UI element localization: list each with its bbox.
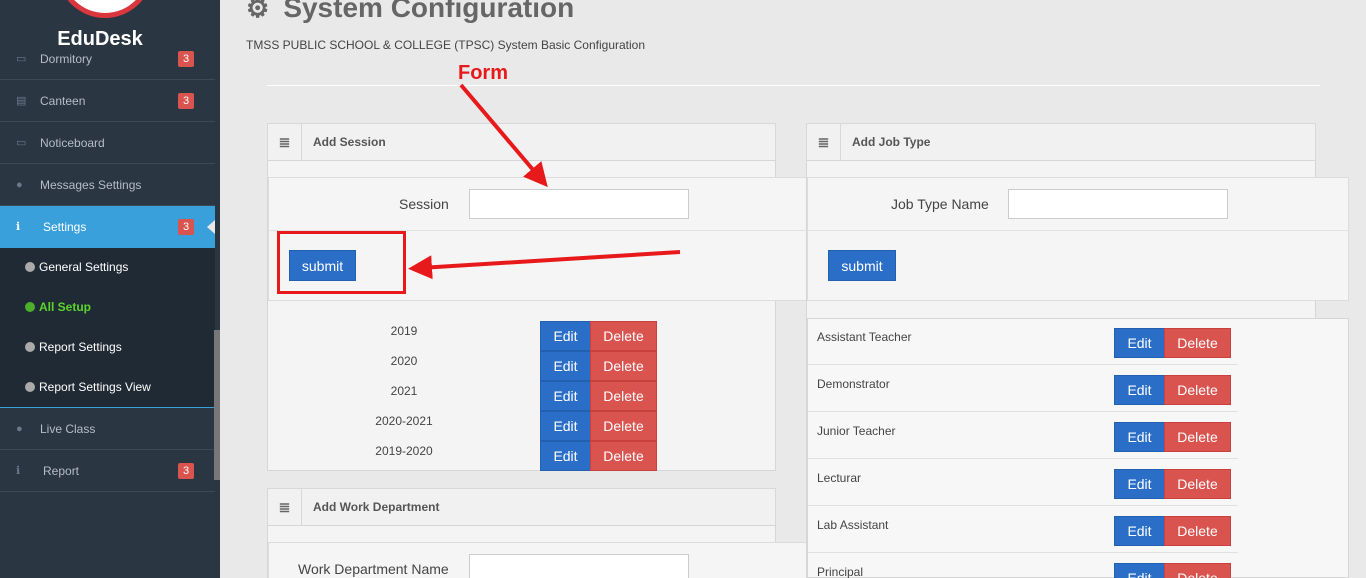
settings-submenu: General Settings All Setup Report Settin… [0, 248, 215, 408]
job-type-name: Junior Teacher [817, 424, 896, 438]
add-session-header: ≣ Add Session [267, 123, 776, 161]
edit-button[interactable]: Edit [1114, 469, 1165, 499]
sidebar-item-label: Settings [43, 220, 87, 234]
job-type-name: Lab Assistant [817, 518, 889, 532]
job-type-input[interactable] [1008, 189, 1228, 219]
work-department-input[interactable] [469, 554, 689, 578]
info-icon: ℹ [16, 221, 21, 233]
submenu-item-label: All Setup [39, 300, 92, 314]
submenu-item-label: General Settings [39, 260, 129, 274]
job-type-label: Job Type Name [891, 196, 989, 212]
edit-button[interactable]: Edit [540, 321, 591, 351]
form-annotation-label: Form [458, 62, 508, 84]
delete-button[interactable]: Delete [1164, 328, 1231, 358]
sidebar-item-label: Messages Settings [40, 177, 142, 192]
edit-button[interactable]: Edit [1114, 516, 1165, 546]
count-badge: 3 [178, 92, 194, 109]
menu-icon: ≣ [807, 124, 841, 160]
logo [57, 0, 153, 18]
count-badge: 3 [178, 462, 194, 479]
menu-icon: ≣ [268, 124, 302, 160]
delete-button[interactable]: Delete [590, 321, 657, 351]
session-input[interactable] [469, 189, 689, 219]
edit-button[interactable]: Edit [1114, 375, 1165, 405]
job-type-submit-button[interactable]: submit [828, 250, 896, 281]
bullet-icon [25, 342, 35, 352]
job-type-name: Demonstrator [817, 377, 890, 391]
bed-icon: ▭ [16, 53, 27, 65]
submenu-item-general-settings[interactable]: General Settings [25, 260, 128, 274]
session-row-label: 2019 [390, 324, 418, 338]
submit-highlight-box [277, 231, 406, 294]
delete-button[interactable]: Delete [1164, 516, 1231, 546]
sidebar-item-label: Live Class [40, 421, 96, 436]
sidebar-item-label: Report [43, 463, 80, 478]
sidebar-item-label: Noticeboard [40, 135, 105, 150]
edit-button[interactable]: Edit [540, 381, 591, 411]
chat-icon: ● [16, 178, 23, 191]
session-label: Session [399, 196, 449, 212]
menu-icon: ≣ [268, 489, 302, 525]
session-row-label: 2021 [390, 384, 418, 398]
window-icon: ▭ [16, 136, 27, 149]
job-type-name: Principal [817, 565, 864, 578]
delete-button[interactable]: Delete [590, 351, 657, 381]
submenu-item-report-settings[interactable]: Report Settings [25, 340, 122, 354]
card-icon: ▤ [16, 94, 27, 107]
work-department-label: Work Department Name [298, 561, 449, 577]
sidebar-item-label: Canteen [40, 93, 86, 108]
edit-button[interactable]: Edit [1114, 328, 1165, 358]
info-icon: ℹ [16, 464, 21, 477]
active-caret [207, 220, 215, 234]
count-badge: 3 [178, 50, 194, 67]
delete-button[interactable]: Delete [1164, 563, 1231, 578]
panel-title: Add Work Department [313, 500, 440, 514]
gear-icon: ⚙ [246, 0, 270, 23]
session-row-label: 2019-2020 [375, 444, 433, 458]
sidebar-item-label: Dormitory [40, 51, 93, 66]
submenu-item-label: Report Settings View [39, 380, 151, 394]
delete-button[interactable]: Delete [1164, 422, 1231, 452]
page-title-text: System Configuration [283, 0, 575, 23]
count-badge: 3 [178, 219, 194, 235]
submenu-item-label: Report Settings [39, 340, 122, 354]
add-work-department-header: ≣ Add Work Department [267, 488, 776, 526]
sidebar-item-messages-settings[interactable]: ● Messages Settings [0, 164, 215, 206]
divider [807, 230, 1349, 231]
delete-button[interactable]: Delete [1164, 469, 1231, 499]
sidebar-item-canteen[interactable]: ▤ Canteen 3 [0, 80, 215, 122]
panel-title: Add Job Type [852, 135, 931, 149]
session-row-label: 2020 [390, 354, 418, 368]
page-subtitle: TMSS PUBLIC SCHOOL & COLLEGE (TPSC) Syst… [246, 38, 646, 52]
edit-button[interactable]: Edit [1114, 422, 1165, 452]
sidebar-item-report[interactable]: ℹ Report 3 [0, 450, 215, 492]
chat-icon: ● [16, 422, 23, 435]
sidebar-scrollbar[interactable] [214, 330, 220, 480]
edit-button[interactable]: Edit [1114, 563, 1165, 578]
edit-button[interactable]: Edit [540, 351, 591, 381]
submenu-item-report-settings-view[interactable]: Report Settings View [25, 380, 151, 394]
sidebar-item-settings[interactable]: ℹ Settings 3 [0, 206, 215, 248]
delete-button[interactable]: Delete [590, 381, 657, 411]
sidebar-item-live-class[interactable]: ● Live Class [0, 408, 215, 450]
delete-button[interactable]: Delete [1164, 375, 1231, 405]
bullet-icon [25, 262, 35, 272]
bullet-icon [25, 302, 35, 312]
delete-button[interactable]: Delete [590, 411, 657, 441]
bullet-icon [25, 382, 35, 392]
divider [267, 85, 1320, 86]
page-title: ⚙ System Configuration [246, 0, 574, 24]
submenu-item-all-setup[interactable]: All Setup [25, 300, 91, 314]
sidebar-item-dormitory[interactable]: ▭ Dormitory 3 [0, 38, 215, 80]
edit-button[interactable]: Edit [540, 441, 591, 471]
job-type-name: Lecturar [817, 471, 862, 485]
sidebar-item-noticeboard[interactable]: ▭ Noticeboard [0, 122, 215, 164]
sidebar: EduDesk ▭ Dormitory 3 ▤ Canteen 3 ▭ Noti… [0, 0, 220, 578]
delete-button[interactable]: Delete [590, 441, 657, 471]
job-type-name: Assistant Teacher [817, 330, 912, 344]
session-row-label: 2020-2021 [375, 414, 433, 428]
panel-title: Add Session [313, 135, 386, 149]
add-job-type-header: ≣ Add Job Type [806, 123, 1316, 161]
edit-button[interactable]: Edit [540, 411, 591, 441]
